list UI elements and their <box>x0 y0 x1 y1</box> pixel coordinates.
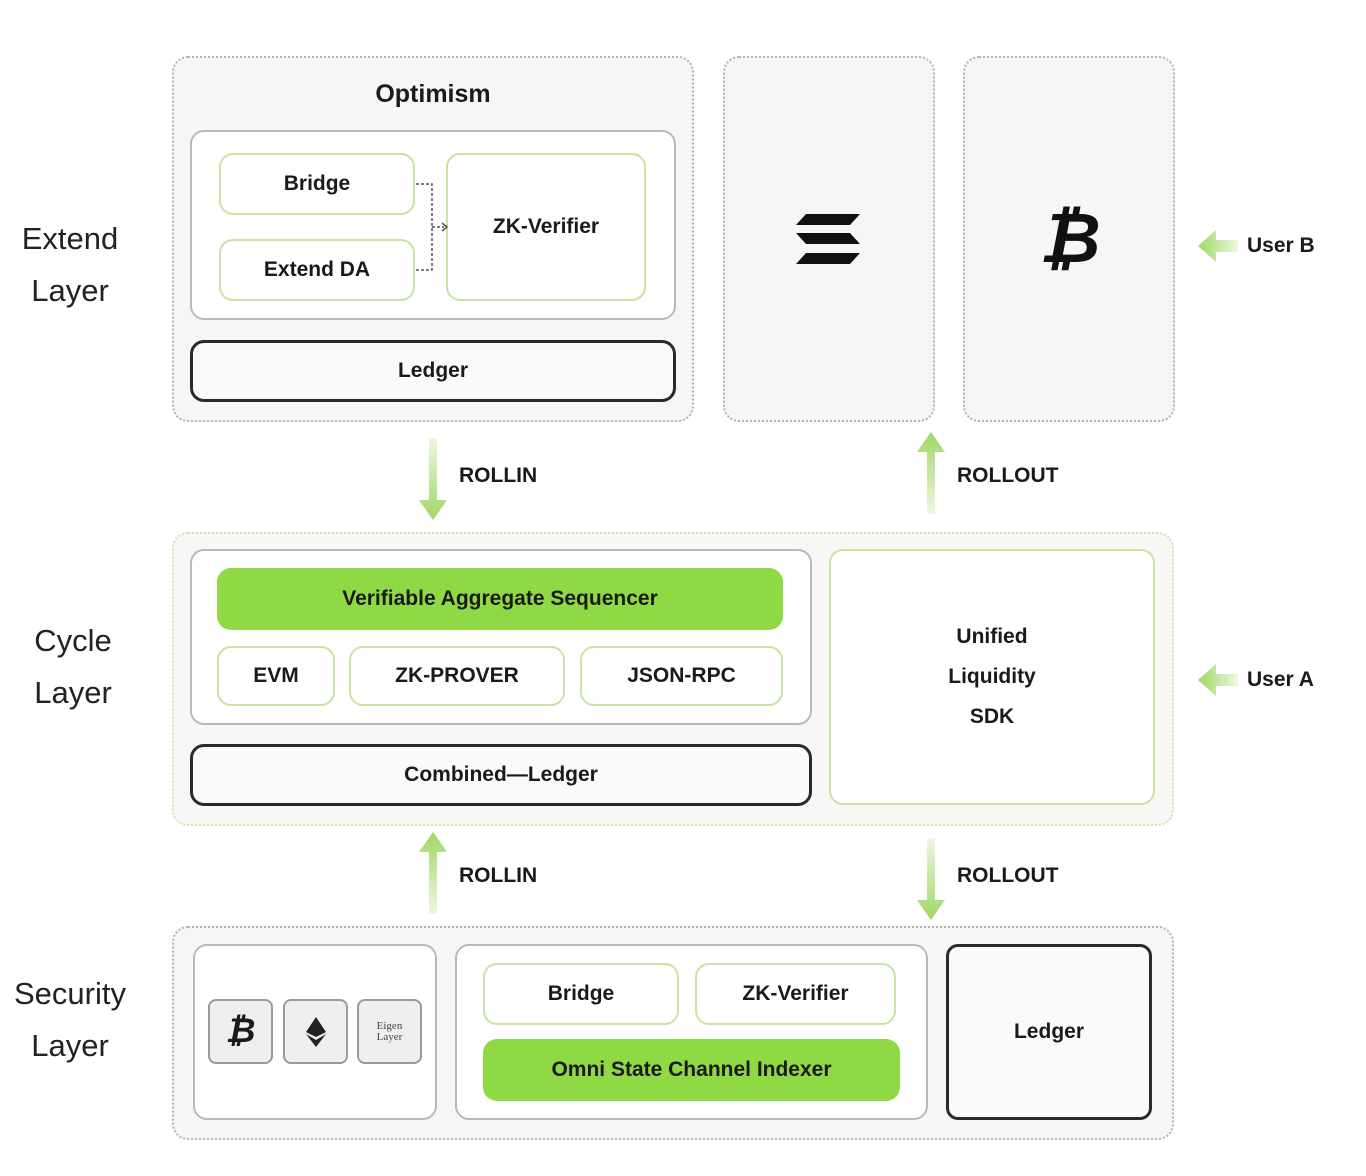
security-layer-label: Security Layer <box>0 968 140 1072</box>
unified-liquidity-sdk-box: Unified Liquidity SDK <box>829 549 1155 805</box>
rollout-up-arrow-icon <box>917 432 945 514</box>
bitcoin-icon: ₿ <box>1039 199 1101 277</box>
bitcoin-icon: ₿ <box>208 999 273 1064</box>
sdk-line: Liquidity <box>948 665 1036 688</box>
rollout-down-arrow-icon <box>917 838 945 920</box>
rollin-top-label: ROLLIN <box>459 464 538 487</box>
rollin-up-arrow-icon <box>419 832 447 914</box>
combined-ledger-box: Combined—Ledger <box>190 744 812 806</box>
dotted-connector-icon <box>416 183 449 271</box>
rollin-down-arrow-icon <box>419 438 447 520</box>
security-ledger-box: Ledger <box>946 944 1152 1120</box>
optimism-title: Optimism <box>375 79 491 108</box>
json-rpc-box: JSON-RPC <box>580 646 783 706</box>
evm-box: EVM <box>217 646 335 706</box>
label-line: Security <box>14 976 126 1011</box>
cycle-layer-label: Cycle Layer <box>3 615 143 719</box>
label-line: Layer <box>34 675 112 710</box>
eigenlayer-logo: Eigen Layer <box>357 999 422 1064</box>
arrow-left-icon <box>1198 664 1238 696</box>
arrow-left-icon <box>1198 230 1238 262</box>
extend-da-box: Extend DA <box>219 239 415 301</box>
user-b-label: User B <box>1247 234 1315 257</box>
rollout-bottom-label: ROLLOUT <box>957 864 1059 887</box>
label-line: Layer <box>31 1028 109 1063</box>
user-a-label: User A <box>1247 668 1314 691</box>
sdk-line: Unified <box>956 625 1028 648</box>
rollin-bottom-label: ROLLIN <box>459 864 538 887</box>
omni-indexer-bar: Omni State Channel Indexer <box>483 1039 900 1101</box>
extend-layer-label: Extend Layer <box>0 213 140 317</box>
security-zk-verifier-box: ZK-Verifier <box>695 963 896 1025</box>
sdk-line: SDK <box>969 705 1015 728</box>
ethereum-icon <box>283 999 348 1064</box>
security-bridge-box: Bridge <box>483 963 679 1025</box>
sequencer-bar: Verifiable Aggregate Sequencer <box>217 568 783 630</box>
rollout-top-label: ROLLOUT <box>957 464 1059 487</box>
zk-prover-box: ZK-PROVER <box>349 646 565 706</box>
label-line: Layer <box>31 273 109 308</box>
label-line: Extend <box>21 221 119 256</box>
label-line: Cycle <box>34 623 112 658</box>
solana-icon <box>796 214 860 264</box>
bridge-box: Bridge <box>219 153 415 215</box>
zk-verifier-box: ZK-Verifier <box>446 153 646 301</box>
extend-ledger-box: Ledger <box>190 340 676 402</box>
